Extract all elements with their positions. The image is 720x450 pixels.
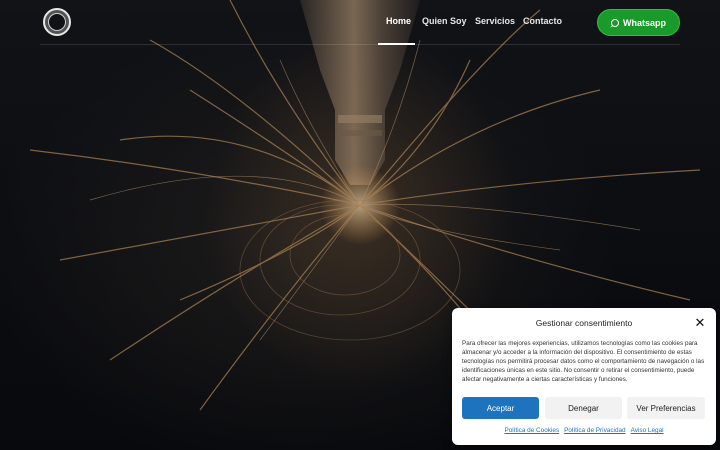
whatsapp-label: Whatsapp <box>622 17 666 28</box>
cookie-consent-panel: Gestionar consentimiento ✕ Para ofrecer … <box>452 308 716 445</box>
deny-button[interactable]: Denegar <box>545 397 622 419</box>
whatsapp-icon <box>610 18 619 27</box>
cookie-title: Gestionar consentimiento <box>535 318 633 328</box>
logo[interactable] <box>43 8 71 36</box>
nav-item-home[interactable]: Home <box>386 16 411 30</box>
legal-notice-link[interactable]: Aviso Legal <box>631 427 664 434</box>
whatsapp-button[interactable]: Whatsapp <box>597 9 680 36</box>
active-nav-indicator <box>378 43 415 45</box>
nav-item-contacto[interactable]: Contacto <box>523 16 562 30</box>
nav-item-servicios[interactable]: Servicios <box>475 16 515 30</box>
cookie-links: Política de Cookies Política de Privacid… <box>452 427 716 434</box>
close-icon[interactable]: ✕ <box>694 316 706 329</box>
cookie-policy-link[interactable]: Política de Cookies <box>504 427 559 434</box>
header-divider <box>40 44 680 45</box>
privacy-policy-link[interactable]: Política de Privacidad <box>564 427 625 434</box>
accept-button[interactable]: Aceptar <box>462 397 539 419</box>
preferences-button[interactable]: Ver Preferencias <box>627 397 705 419</box>
nav-item-quien-soy[interactable]: Quien Soy <box>422 16 467 30</box>
cookie-description: Para ofrecer las mejores experiencias, u… <box>462 340 705 383</box>
